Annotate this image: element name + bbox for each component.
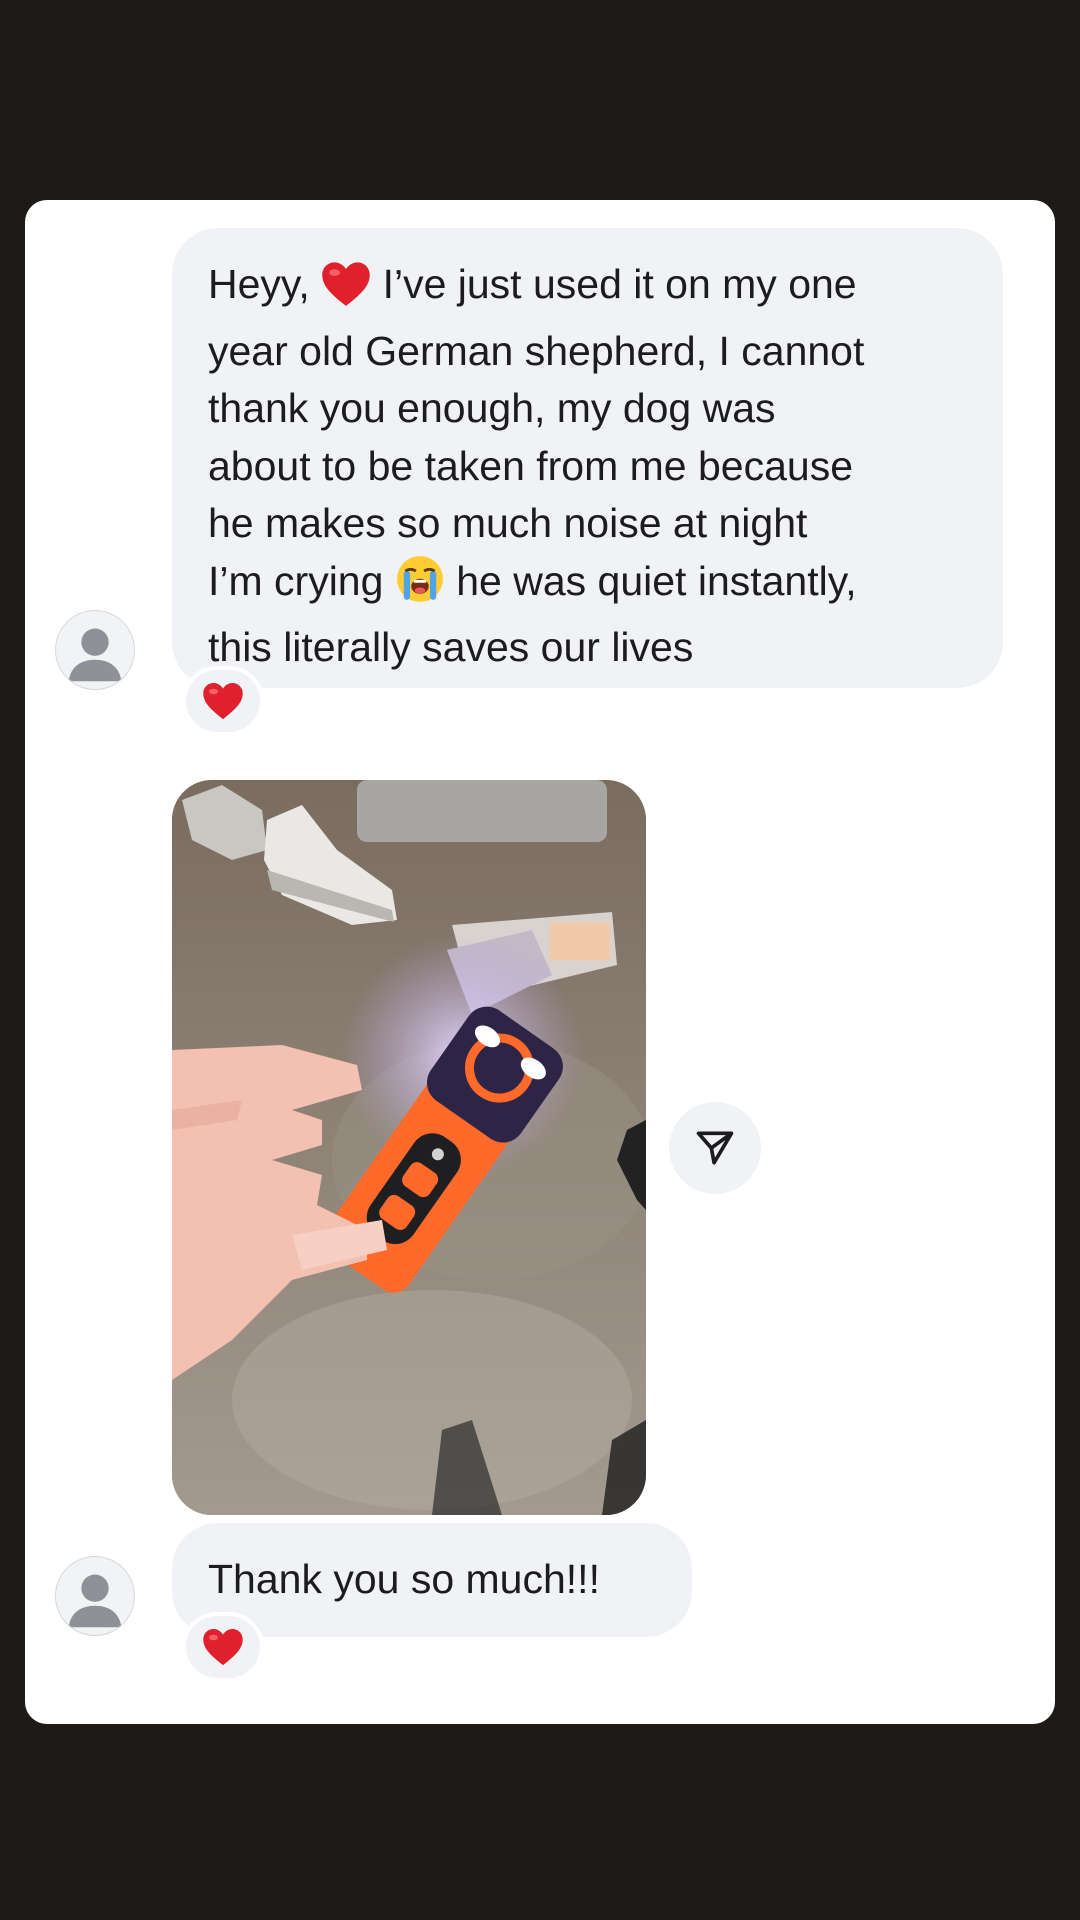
red-heart-reaction-icon	[203, 1629, 243, 1666]
heart-reaction-badge[interactable]	[182, 1612, 264, 1682]
message-line-5: he makes so much noise at night	[208, 500, 808, 546]
sender-avatar[interactable]	[55, 610, 135, 690]
message-text: I’m crying	[208, 557, 384, 604]
message-text: Heyy,	[208, 261, 310, 307]
chat-card: Heyy, I’ve just used it on my one year o…	[25, 200, 1055, 1724]
red-heart-emoji-icon	[321, 261, 371, 323]
default-profile-icon	[68, 628, 122, 682]
photo-image	[172, 780, 646, 1515]
message-line-3: thank you enough, my dog was	[208, 385, 776, 431]
loudly-crying-face-emoji-icon	[395, 554, 445, 620]
sender-avatar[interactable]	[55, 1556, 135, 1636]
message-line-6: I’m crying he was quiet instantly,	[208, 553, 973, 620]
message-line-2: year old German shepherd, I cannot	[208, 327, 865, 374]
default-profile-icon	[68, 1574, 122, 1628]
photo-attachment[interactable]	[172, 780, 646, 1515]
message-text: Thank you so much!!!	[208, 1556, 600, 1602]
share-button[interactable]	[669, 1102, 761, 1194]
paper-plane-icon	[696, 1131, 734, 1165]
message-text: he was quiet instantly,	[456, 557, 857, 604]
message-line-7: this literally saves our lives	[208, 624, 694, 670]
red-heart-reaction-icon	[203, 683, 243, 720]
message-text: I’ve just used it on my one	[382, 261, 857, 307]
message-line-4: about to be taken from me because	[208, 442, 854, 489]
heart-reaction-badge[interactable]	[182, 666, 264, 736]
message-line-1: Heyy, I’ve just used it on my one	[208, 256, 973, 323]
message-bubble-1[interactable]: Heyy, I’ve just used it on my one year o…	[172, 228, 1003, 688]
